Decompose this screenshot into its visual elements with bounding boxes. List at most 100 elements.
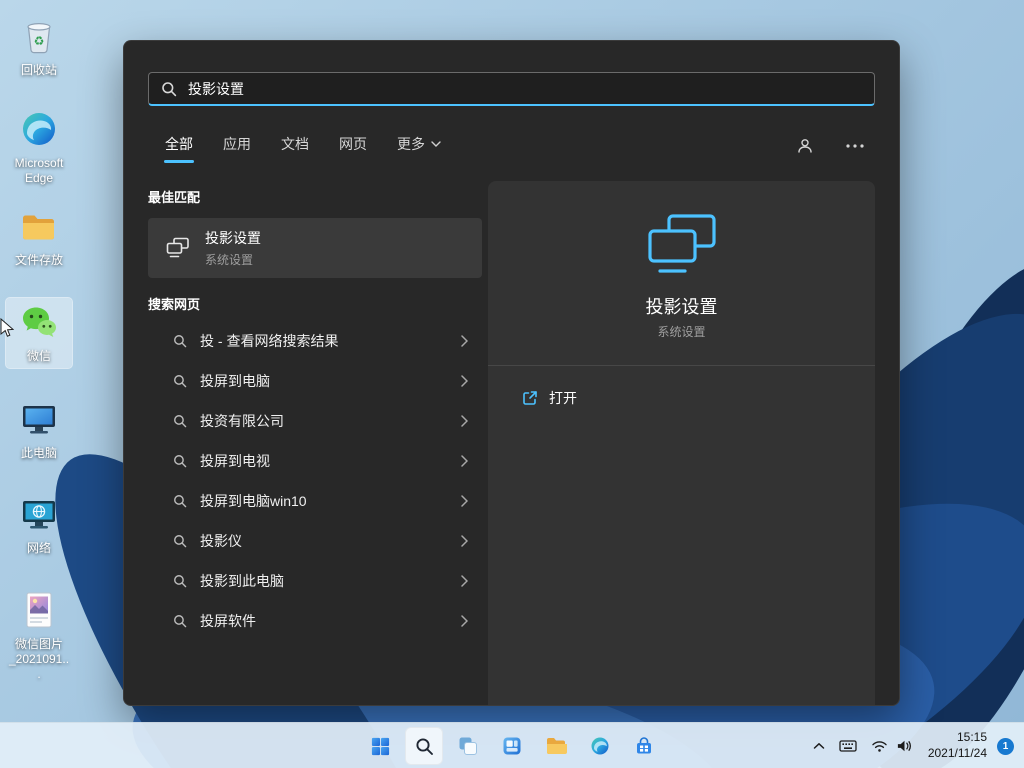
search-tabs: 全部 应用 文档 网页 更多 <box>164 127 869 165</box>
tray-network-volume-button[interactable] <box>864 729 920 763</box>
desktop: ♻ 回收站 Microsoft Edge 文件存放 <box>0 0 1024 768</box>
search-icon <box>173 614 187 628</box>
this-pc-icon <box>19 399 59 441</box>
taskbar: 15:15 2021/11/24 1 <box>0 722 1024 768</box>
search-icon <box>173 534 187 548</box>
web-suggestion-row[interactable]: 投屏到电脑 <box>148 361 482 401</box>
network-icon <box>19 494 59 536</box>
desktop-icon-this-pc[interactable]: 此电脑 <box>6 395 72 465</box>
task-view-icon <box>458 736 478 756</box>
tab-web[interactable]: 网页 <box>338 128 368 165</box>
best-match-title: 投影设置 <box>205 228 261 248</box>
wechat-icon <box>19 302 59 344</box>
results-column: 最佳匹配 投影设置 系统设置 搜索网页 投 - 查看网络搜索结果 <box>148 187 482 641</box>
projection-icon <box>646 213 718 280</box>
microsoft-store-icon <box>634 736 654 756</box>
taskbar-explorer-button[interactable] <box>537 727 575 765</box>
svg-text:♻: ♻ <box>34 34 45 48</box>
web-suggestion-row[interactable]: 投 - 查看网络搜索结果 <box>148 321 482 361</box>
taskbar-start-button[interactable] <box>361 727 399 765</box>
taskbar-widgets-button[interactable] <box>493 727 531 765</box>
chevron-right-icon <box>461 535 468 547</box>
clock-time: 15:15 <box>928 730 987 746</box>
tab-apps[interactable]: 应用 <box>222 128 252 165</box>
desktop-icon-folder[interactable]: 文件存放 <box>6 202 72 272</box>
more-options-button[interactable] <box>841 132 869 160</box>
notification-badge[interactable]: 1 <box>997 738 1014 755</box>
projection-small-icon <box>166 237 190 259</box>
edge-icon <box>19 109 59 151</box>
open-button[interactable]: 打开 <box>522 383 577 413</box>
best-match-item[interactable]: 投影设置 系统设置 <box>148 218 482 278</box>
search-panel: 全部 应用 文档 网页 更多 <box>123 40 900 706</box>
icon-label: 回收站 <box>8 63 70 78</box>
search-icon <box>173 334 187 348</box>
taskbar-search-button[interactable] <box>405 727 443 765</box>
tray-clock[interactable]: 15:15 2021/11/24 <box>920 730 995 761</box>
recycle-bin-icon: ♻ <box>19 16 59 58</box>
preview-subtitle: 系统设置 <box>488 323 875 340</box>
web-suggestion-row[interactable]: 投影到此电脑 <box>148 561 482 601</box>
best-match-header: 最佳匹配 <box>148 187 482 206</box>
windows-logo-icon <box>370 736 391 757</box>
keyboard-icon <box>839 739 857 753</box>
widgets-icon <box>502 736 522 756</box>
search-icon <box>173 414 187 428</box>
open-label: 打开 <box>549 388 577 408</box>
edge-icon <box>590 736 610 756</box>
desktop-icon-network[interactable]: 网络 <box>6 490 72 560</box>
system-tray: 15:15 2021/11/24 1 <box>806 723 1020 768</box>
external-link-icon <box>522 390 538 406</box>
web-search-header: 搜索网页 <box>148 294 482 313</box>
search-icon <box>173 454 187 468</box>
desktop-icon-recycle-bin[interactable]: ♻ 回收站 <box>6 12 72 82</box>
search-box[interactable] <box>148 72 875 106</box>
icon-label: Microsoft Edge <box>8 156 70 186</box>
suggestion-label: 投屏到电脑 <box>200 371 270 391</box>
taskbar-edge-button[interactable] <box>581 727 619 765</box>
account-icon <box>796 137 814 155</box>
chevron-right-icon <box>461 615 468 627</box>
preview-card: 投影设置 系统设置 打开 <box>488 181 875 705</box>
taskbar-taskview-button[interactable] <box>449 727 487 765</box>
desktop-icon-edge[interactable]: Microsoft Edge <box>6 105 72 190</box>
search-icon <box>415 737 434 756</box>
suggestion-label: 投屏到电脑win10 <box>200 491 307 511</box>
icon-label: 网络 <box>8 541 70 556</box>
taskbar-store-button[interactable] <box>625 727 663 765</box>
suggestion-label: 投影到此电脑 <box>200 571 284 591</box>
chevron-right-icon <box>461 495 468 507</box>
web-suggestion-row[interactable]: 投屏到电脑win10 <box>148 481 482 521</box>
web-suggestion-row[interactable]: 投屏软件 <box>148 601 482 641</box>
desktop-icon-wechat-image[interactable]: 微信图片_2021091... <box>6 586 72 686</box>
suggestion-label: 投屏软件 <box>200 611 256 631</box>
preview-divider <box>488 365 875 366</box>
tab-all[interactable]: 全部 <box>164 128 194 165</box>
tab-more[interactable]: 更多 <box>396 128 442 165</box>
tray-expand-button[interactable] <box>806 729 832 763</box>
account-button[interactable] <box>791 132 819 160</box>
web-suggestion-row[interactable]: 投影仪 <box>148 521 482 561</box>
icon-label: 微信图片_2021091... <box>8 637 70 682</box>
tab-documents[interactable]: 文档 <box>280 128 310 165</box>
search-input[interactable] <box>188 81 862 97</box>
chevron-right-icon <box>461 415 468 427</box>
desktop-icon-wechat[interactable]: 微信 <box>6 298 72 368</box>
icon-label: 微信 <box>8 349 70 364</box>
web-suggestion-row[interactable]: 投屏到电视 <box>148 441 482 481</box>
web-suggestion-row[interactable]: 投资有限公司 <box>148 401 482 441</box>
search-icon <box>173 574 187 588</box>
wifi-icon <box>871 740 888 753</box>
chevron-right-icon <box>461 575 468 587</box>
taskbar-center <box>361 723 663 768</box>
tray-ime-button[interactable] <box>832 729 864 763</box>
search-icon <box>161 81 177 97</box>
clock-date: 2021/11/24 <box>928 746 987 762</box>
chevron-right-icon <box>461 335 468 347</box>
folder-icon <box>19 206 59 248</box>
search-icon <box>173 494 187 508</box>
file-explorer-icon <box>545 736 567 756</box>
chevron-right-icon <box>461 375 468 387</box>
suggestion-label: 投影仪 <box>200 531 242 551</box>
preview-title: 投影设置 <box>488 293 875 319</box>
